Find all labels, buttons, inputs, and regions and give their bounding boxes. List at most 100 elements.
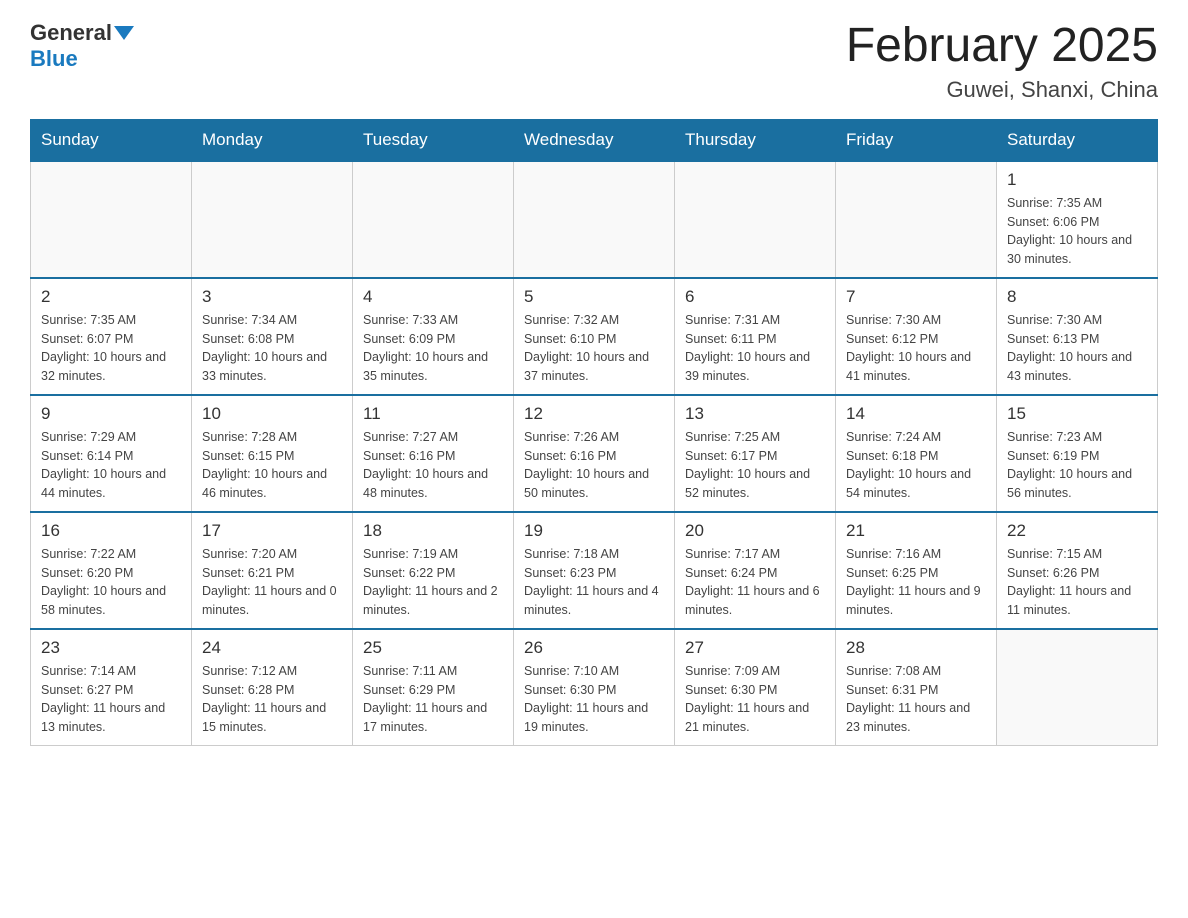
day-number: 26 bbox=[524, 638, 664, 658]
calendar-week-row: 16 Sunrise: 7:22 AMSunset: 6:20 PMDayligh… bbox=[31, 512, 1158, 629]
day-number: 13 bbox=[685, 404, 825, 424]
calendar-week-row: 2 Sunrise: 7:35 AMSunset: 6:07 PMDaylight… bbox=[31, 278, 1158, 395]
day-number: 23 bbox=[41, 638, 181, 658]
calendar-day-header: Saturday bbox=[997, 119, 1158, 161]
calendar-day-cell bbox=[836, 161, 997, 278]
day-info: Sunrise: 7:20 AMSunset: 6:21 PMDaylight:… bbox=[202, 545, 342, 620]
day-info: Sunrise: 7:33 AMSunset: 6:09 PMDaylight:… bbox=[363, 311, 503, 386]
day-info: Sunrise: 7:35 AMSunset: 6:06 PMDaylight:… bbox=[1007, 194, 1147, 269]
day-info: Sunrise: 7:12 AMSunset: 6:28 PMDaylight:… bbox=[202, 662, 342, 737]
day-number: 22 bbox=[1007, 521, 1147, 541]
calendar-day-cell: 27 Sunrise: 7:09 AMSunset: 6:30 PMDayligh… bbox=[675, 629, 836, 746]
day-info: Sunrise: 7:14 AMSunset: 6:27 PMDaylight:… bbox=[41, 662, 181, 737]
day-info: Sunrise: 7:10 AMSunset: 6:30 PMDaylight:… bbox=[524, 662, 664, 737]
calendar-day-cell: 14 Sunrise: 7:24 AMSunset: 6:18 PMDayligh… bbox=[836, 395, 997, 512]
day-number: 3 bbox=[202, 287, 342, 307]
day-number: 2 bbox=[41, 287, 181, 307]
day-info: Sunrise: 7:30 AMSunset: 6:13 PMDaylight:… bbox=[1007, 311, 1147, 386]
calendar-day-cell: 23 Sunrise: 7:14 AMSunset: 6:27 PMDayligh… bbox=[31, 629, 192, 746]
calendar-week-row: 9 Sunrise: 7:29 AMSunset: 6:14 PMDaylight… bbox=[31, 395, 1158, 512]
calendar-day-cell: 15 Sunrise: 7:23 AMSunset: 6:19 PMDayligh… bbox=[997, 395, 1158, 512]
day-info: Sunrise: 7:31 AMSunset: 6:11 PMDaylight:… bbox=[685, 311, 825, 386]
page-header: General Blue February 2025 Guwei, Shanxi… bbox=[30, 20, 1158, 103]
calendar-day-cell bbox=[31, 161, 192, 278]
day-number: 28 bbox=[846, 638, 986, 658]
day-info: Sunrise: 7:22 AMSunset: 6:20 PMDaylight:… bbox=[41, 545, 181, 620]
day-info: Sunrise: 7:28 AMSunset: 6:15 PMDaylight:… bbox=[202, 428, 342, 503]
calendar-day-cell: 7Sunrise: 7:30 AMSunset: 6:12 PMDaylight… bbox=[836, 278, 997, 395]
month-title: February 2025 bbox=[846, 20, 1158, 73]
calendar-day-cell: 20 Sunrise: 7:17 AMSunset: 6:24 PMDayligh… bbox=[675, 512, 836, 629]
day-number: 19 bbox=[524, 521, 664, 541]
day-number: 1 bbox=[1007, 170, 1147, 190]
day-number: 27 bbox=[685, 638, 825, 658]
calendar-day-cell: 19Sunrise: 7:18 AMSunset: 6:23 PMDayligh… bbox=[514, 512, 675, 629]
calendar-day-cell: 3 Sunrise: 7:34 AMSunset: 6:08 PMDaylight… bbox=[192, 278, 353, 395]
calendar-day-cell: 17 Sunrise: 7:20 AMSunset: 6:21 PMDayligh… bbox=[192, 512, 353, 629]
location-subtitle: Guwei, Shanxi, China bbox=[846, 77, 1158, 103]
calendar-day-cell: 26 Sunrise: 7:10 AMSunset: 6:30 PMDayligh… bbox=[514, 629, 675, 746]
calendar-week-row: 23 Sunrise: 7:14 AMSunset: 6:27 PMDayligh… bbox=[31, 629, 1158, 746]
day-number: 12 bbox=[524, 404, 664, 424]
day-info: Sunrise: 7:34 AMSunset: 6:08 PMDaylight:… bbox=[202, 311, 342, 386]
day-info: Sunrise: 7:35 AMSunset: 6:07 PMDaylight:… bbox=[41, 311, 181, 386]
day-info: Sunrise: 7:15 AMSunset: 6:26 PMDaylight:… bbox=[1007, 545, 1147, 620]
calendar-header-row: SundayMondayTuesdayWednesdayThursdayFrid… bbox=[31, 119, 1158, 161]
day-info: Sunrise: 7:09 AMSunset: 6:30 PMDaylight:… bbox=[685, 662, 825, 737]
day-number: 24 bbox=[202, 638, 342, 658]
calendar-day-cell: 18 Sunrise: 7:19 AMSunset: 6:22 PMDayligh… bbox=[353, 512, 514, 629]
day-number: 16 bbox=[41, 521, 181, 541]
logo-triangle-icon bbox=[114, 26, 134, 40]
calendar-day-cell: 16 Sunrise: 7:22 AMSunset: 6:20 PMDayligh… bbox=[31, 512, 192, 629]
logo-general-text: General bbox=[30, 20, 112, 46]
day-number: 18 bbox=[363, 521, 503, 541]
calendar-day-cell: 9 Sunrise: 7:29 AMSunset: 6:14 PMDaylight… bbox=[31, 395, 192, 512]
calendar-day-header: Thursday bbox=[675, 119, 836, 161]
calendar-day-cell: 24 Sunrise: 7:12 AMSunset: 6:28 PMDayligh… bbox=[192, 629, 353, 746]
day-number: 21 bbox=[846, 521, 986, 541]
day-number: 8 bbox=[1007, 287, 1147, 307]
day-info: Sunrise: 7:30 AMSunset: 6:12 PMDaylight:… bbox=[846, 311, 986, 386]
calendar-day-header: Sunday bbox=[31, 119, 192, 161]
calendar-table: SundayMondayTuesdayWednesdayThursdayFrid… bbox=[30, 119, 1158, 746]
calendar-day-cell bbox=[192, 161, 353, 278]
day-number: 6 bbox=[685, 287, 825, 307]
calendar-day-cell: 4 Sunrise: 7:33 AMSunset: 6:09 PMDaylight… bbox=[353, 278, 514, 395]
day-number: 17 bbox=[202, 521, 342, 541]
calendar-day-cell bbox=[514, 161, 675, 278]
calendar-day-cell: 10 Sunrise: 7:28 AMSunset: 6:15 PMDayligh… bbox=[192, 395, 353, 512]
calendar-day-header: Friday bbox=[836, 119, 997, 161]
day-number: 20 bbox=[685, 521, 825, 541]
day-info: Sunrise: 7:11 AMSunset: 6:29 PMDaylight:… bbox=[363, 662, 503, 737]
day-info: Sunrise: 7:32 AMSunset: 6:10 PMDaylight:… bbox=[524, 311, 664, 386]
day-info: Sunrise: 7:08 AMSunset: 6:31 PMDaylight:… bbox=[846, 662, 986, 737]
calendar-day-header: Monday bbox=[192, 119, 353, 161]
calendar-day-cell: 6 Sunrise: 7:31 AMSunset: 6:11 PMDaylight… bbox=[675, 278, 836, 395]
calendar-day-cell bbox=[997, 629, 1158, 746]
calendar-day-cell: 1 Sunrise: 7:35 AMSunset: 6:06 PMDaylight… bbox=[997, 161, 1158, 278]
day-info: Sunrise: 7:16 AMSunset: 6:25 PMDaylight:… bbox=[846, 545, 986, 620]
calendar-day-cell: 2 Sunrise: 7:35 AMSunset: 6:07 PMDaylight… bbox=[31, 278, 192, 395]
logo-blue-text: Blue bbox=[30, 46, 78, 72]
logo: General Blue bbox=[30, 20, 136, 72]
day-number: 9 bbox=[41, 404, 181, 424]
day-info: Sunrise: 7:19 AMSunset: 6:22 PMDaylight:… bbox=[363, 545, 503, 620]
day-info: Sunrise: 7:23 AMSunset: 6:19 PMDaylight:… bbox=[1007, 428, 1147, 503]
calendar-day-cell bbox=[353, 161, 514, 278]
day-info: Sunrise: 7:17 AMSunset: 6:24 PMDaylight:… bbox=[685, 545, 825, 620]
day-number: 4 bbox=[363, 287, 503, 307]
day-number: 14 bbox=[846, 404, 986, 424]
day-number: 10 bbox=[202, 404, 342, 424]
day-info: Sunrise: 7:29 AMSunset: 6:14 PMDaylight:… bbox=[41, 428, 181, 503]
day-number: 25 bbox=[363, 638, 503, 658]
day-info: Sunrise: 7:25 AMSunset: 6:17 PMDaylight:… bbox=[685, 428, 825, 503]
calendar-day-header: Tuesday bbox=[353, 119, 514, 161]
calendar-day-cell: 22 Sunrise: 7:15 AMSunset: 6:26 PMDayligh… bbox=[997, 512, 1158, 629]
day-info: Sunrise: 7:26 AMSunset: 6:16 PMDaylight:… bbox=[524, 428, 664, 503]
day-number: 11 bbox=[363, 404, 503, 424]
day-number: 15 bbox=[1007, 404, 1147, 424]
day-number: 5 bbox=[524, 287, 664, 307]
title-block: February 2025 Guwei, Shanxi, China bbox=[846, 20, 1158, 103]
day-info: Sunrise: 7:24 AMSunset: 6:18 PMDaylight:… bbox=[846, 428, 986, 503]
calendar-day-header: Wednesday bbox=[514, 119, 675, 161]
